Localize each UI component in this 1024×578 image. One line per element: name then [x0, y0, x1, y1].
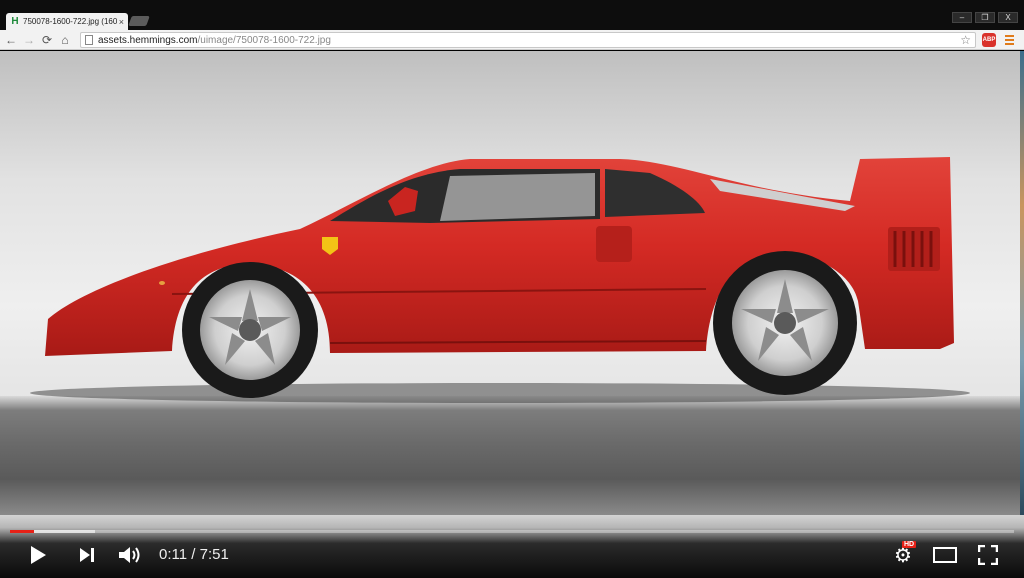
skip-next-icon [80, 548, 94, 562]
browser-toolbar: ← → ⟳ ⌂ assets.hemmings.com /uimage/7500… [0, 30, 1024, 50]
time-display: 0:11 / 7:51 [159, 546, 229, 563]
window-controls: – ❐ X [952, 12, 1018, 23]
minimize-button[interactable]: – [952, 12, 972, 23]
browser-tab[interactable]: H 750078-1600-722.jpg (160 × [6, 13, 128, 30]
chrome-menu-icon[interactable] [1002, 33, 1016, 47]
bookmark-star-icon[interactable]: ☆ [960, 33, 971, 47]
play-button[interactable] [26, 543, 50, 567]
url-host: assets.hemmings.com [98, 34, 198, 46]
video-viewport[interactable] [0, 51, 1024, 515]
red-sports-car-image [30, 157, 970, 403]
duration: 7:51 [199, 546, 229, 563]
video-controls-bar: 0:11 / 7:51 ⚙ HD [0, 515, 1024, 578]
volume-icon [119, 547, 140, 563]
seek-bar[interactable] [10, 530, 1014, 533]
next-button[interactable] [75, 543, 99, 567]
page-icon [85, 35, 93, 45]
fullscreen-icon [978, 545, 998, 565]
current-time: 0:11 [159, 546, 188, 563]
address-bar[interactable]: assets.hemmings.com /uimage/750078-1600-… [80, 32, 976, 48]
desktop-edge-strip [1020, 51, 1024, 515]
hemmings-favicon-icon: H [11, 16, 19, 27]
volume-button[interactable] [116, 543, 144, 567]
fullscreen-button[interactable] [975, 543, 1001, 567]
time-separator: / [187, 546, 200, 563]
theater-mode-icon [933, 547, 957, 563]
new-tab-button[interactable] [128, 16, 150, 26]
back-arrow-icon[interactable]: ← [2, 31, 20, 49]
tab-close-icon[interactable]: × [119, 17, 124, 27]
home-icon[interactable]: ⌂ [56, 31, 74, 49]
settings-button[interactable]: ⚙ HD [890, 541, 917, 567]
browser-titlebar: H 750078-1600-722.jpg (160 × – ❐ X [0, 0, 1024, 30]
forward-arrow-icon[interactable]: → [20, 31, 38, 49]
theater-mode-button[interactable] [931, 543, 959, 567]
play-icon [31, 546, 46, 564]
car-photo [0, 51, 1020, 515]
close-window-button[interactable]: X [998, 12, 1018, 23]
tab-title: 750078-1600-722.jpg (160 [23, 17, 117, 26]
adblock-extension-icon[interactable]: ABP [982, 33, 996, 47]
restore-button[interactable]: ❐ [975, 12, 995, 23]
reload-icon[interactable]: ⟳ [38, 31, 56, 49]
hd-badge: HD [902, 541, 917, 548]
played-bar [10, 530, 34, 533]
url-path: /uimage/750078-1600-722.jpg [197, 34, 331, 46]
